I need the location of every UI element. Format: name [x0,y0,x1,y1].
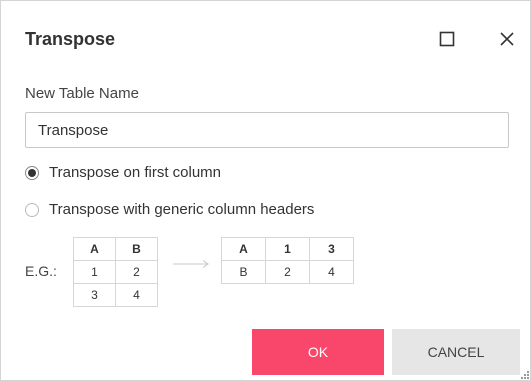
table-row: B 2 4 [221,260,354,284]
radio-label: Transpose with generic column headers [49,201,315,218]
table-cell: 2 [265,260,310,284]
close-button[interactable] [493,25,521,53]
table-name-label: New Table Name [25,85,139,102]
radio-selected-icon [25,165,39,180]
close-icon [500,32,514,46]
arrow-right-icon [173,260,209,268]
table-cell: 2 [115,260,158,284]
dialog-title: Transpose [25,29,116,49]
table-header-cell: A [73,237,116,261]
table-header-row: A 1 3 [221,237,354,261]
table-cell: 1 [73,260,116,284]
example-label: E.G.: [25,263,57,279]
table-cell: 4 [115,283,158,307]
table-header-cell: 3 [309,237,354,261]
radio-transpose-generic-headers[interactable]: Transpose with generic column headers [25,201,314,218]
table-row: 1 2 [73,260,158,284]
cancel-button[interactable]: CANCEL [392,329,520,375]
radio-transpose-first-column[interactable]: Transpose on first column [25,164,221,181]
table-header-row: A B [73,237,158,261]
table-row: 3 4 [73,283,158,307]
radio-unselected-icon [25,202,39,217]
table-cell: 4 [309,260,354,284]
transpose-dialog: Transpose New Table Name Transpose on fi… [0,0,531,381]
dialog-titlebar: Transpose [1,1,530,73]
radio-label: Transpose on first column [49,164,222,181]
example-source-table: A B 1 2 3 4 [73,237,158,307]
table-header-cell: B [115,237,158,261]
example-result-table: A 1 3 B 2 4 [221,237,354,284]
table-header-cell: A [221,237,266,261]
table-header-cell: 1 [265,237,310,261]
table-name-input[interactable] [25,112,509,148]
resize-grip-icon[interactable] [520,370,530,380]
table-cell: B [221,260,266,284]
table-cell: 3 [73,283,116,307]
maximize-button[interactable] [433,25,461,53]
maximize-icon [439,31,455,47]
ok-button[interactable]: OK [252,329,384,375]
